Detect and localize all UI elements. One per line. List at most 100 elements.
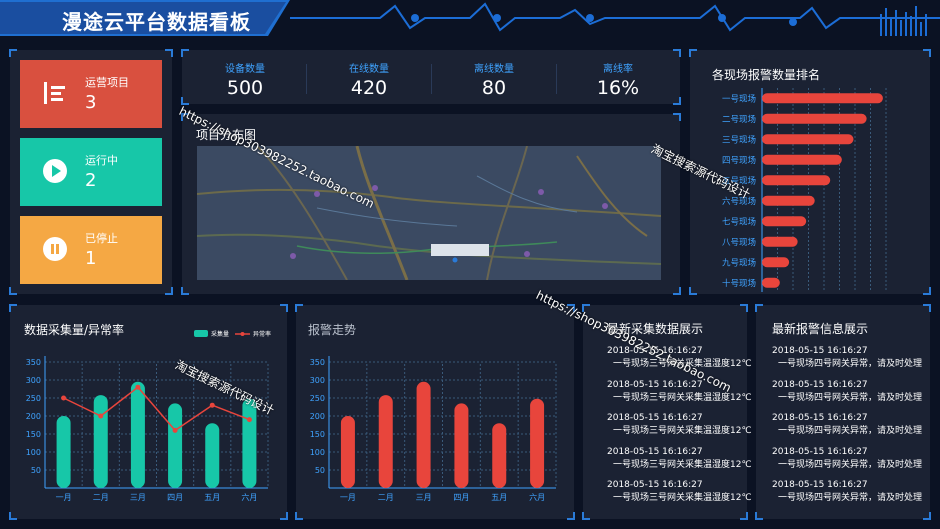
y-tick-label: 150 xyxy=(26,430,41,439)
message-time: 2018-05-15 16:16:27 xyxy=(772,379,868,390)
line-point xyxy=(246,417,252,423)
y-tick-label: 200 xyxy=(310,412,325,421)
page-title: 漫途云平台数据看板 xyxy=(62,10,251,34)
kpi-value: 500 xyxy=(226,77,264,99)
status-card-label: 运营项目 xyxy=(85,76,129,89)
kpi-value: 420 xyxy=(350,77,388,99)
rank-category-label: 一号现场 xyxy=(722,94,756,104)
status-card-label: 运行中 xyxy=(85,154,118,167)
y-tick-label: 250 xyxy=(26,394,41,403)
y-tick-label: 300 xyxy=(26,376,41,385)
status-card-label: 已停止 xyxy=(85,232,118,245)
line-point xyxy=(61,395,67,401)
rank-bar xyxy=(762,195,815,206)
kpi-label: 离线数量 xyxy=(474,64,514,75)
message-time: 2018-05-15 16:16:27 xyxy=(607,446,703,457)
y-tick-label: 50 xyxy=(315,466,325,475)
kpi-label: 在线数量 xyxy=(349,64,389,75)
rank-bar xyxy=(762,236,798,247)
rank-bar xyxy=(762,113,867,124)
y-tick-label: 100 xyxy=(310,448,325,457)
rank-category-label: 三号现场 xyxy=(722,135,756,145)
message-time: 2018-05-15 16:16:27 xyxy=(772,413,868,423)
bar xyxy=(205,423,220,488)
line-point xyxy=(135,384,141,390)
kpi-offline-count: 离线数量 80 xyxy=(432,60,556,99)
y-tick-label: 100 xyxy=(26,448,41,457)
y-tick-label: 200 xyxy=(26,412,41,421)
bar xyxy=(378,395,393,488)
status-card-value: 2 xyxy=(85,170,97,191)
bar xyxy=(492,423,507,488)
line-point xyxy=(172,427,178,433)
rank-bar xyxy=(762,93,883,104)
list-icon xyxy=(44,82,65,104)
bar xyxy=(530,398,545,488)
kpi-value: 80 xyxy=(481,77,507,99)
rank-bar xyxy=(762,154,842,165)
status-card-value: 1 xyxy=(85,248,97,269)
rank-bar xyxy=(762,134,854,145)
y-tick-label: 350 xyxy=(26,358,41,367)
bar xyxy=(130,381,145,488)
y-tick-label: 350 xyxy=(310,358,325,367)
rank-bar xyxy=(762,216,807,227)
project-distribution-map[interactable] xyxy=(197,146,661,280)
message-text: 一号现场三号网关采集温湿度12℃ xyxy=(613,426,752,436)
status-card-running[interactable]: 运行中 2 xyxy=(20,138,162,206)
alarm-rank-title: 各现场报警数量排名 xyxy=(712,68,821,82)
message-time: 2018-05-15 16:16:27 xyxy=(607,379,703,390)
message-text: 一号现场四号网关异常，请及时处理 xyxy=(778,359,923,369)
kpi-value: 16% xyxy=(596,77,640,99)
rank-category-label: 七号现场 xyxy=(722,217,756,227)
bar xyxy=(168,403,183,488)
y-tick-label: 300 xyxy=(310,376,325,385)
message-time: 2018-05-15 16:16:27 xyxy=(772,480,868,490)
status-card-value: 3 xyxy=(85,92,97,113)
pause-icon xyxy=(43,237,67,261)
message-time: 2018-05-15 16:16:27 xyxy=(772,446,868,457)
message-text: 一号现场四号网关异常，请及时处理 xyxy=(778,426,923,436)
bar xyxy=(416,381,431,488)
rank-bar xyxy=(762,257,790,268)
y-tick-label: 150 xyxy=(310,430,325,439)
message-text: 一号现场四号网关异常，请及时处理 xyxy=(778,493,923,503)
y-tick-label: 250 xyxy=(310,394,325,403)
play-icon xyxy=(43,159,67,183)
status-card-operating[interactable]: 运营项目 3 xyxy=(20,60,162,128)
bar xyxy=(340,416,355,488)
legend-swatch xyxy=(194,330,208,337)
rank-category-label: 二号现场 xyxy=(722,115,756,125)
y-tick-label: 50 xyxy=(31,466,41,475)
x-tick-label: 一月 xyxy=(56,493,72,502)
rank-category-label: 十号现场 xyxy=(722,278,756,289)
bar xyxy=(242,398,257,488)
message-time: 2018-05-15 16:16:27 xyxy=(607,413,703,423)
x-tick-label: 六月 xyxy=(529,492,545,502)
legend-label: 异常率 xyxy=(253,330,271,338)
kpi-label: 离线率 xyxy=(603,64,633,75)
x-tick-label: 二月 xyxy=(378,493,394,502)
x-tick-label: 三月 xyxy=(130,493,146,502)
message-text: 一号现场四号网关异常，请及时处理 xyxy=(778,392,923,403)
kpi-device-count: 设备数量 500 xyxy=(183,60,307,99)
kpi-online-count: 在线数量 420 xyxy=(307,60,431,99)
x-tick-label: 五月 xyxy=(491,493,507,502)
line-point xyxy=(98,413,104,419)
x-tick-label: 二月 xyxy=(93,493,109,502)
legend-label: 采集量 xyxy=(211,330,229,338)
message-time: 2018-05-15 16:16:27 xyxy=(607,480,703,490)
bar xyxy=(56,416,71,488)
latest-alarm-title: 最新报警信息展示 xyxy=(772,322,869,336)
message-text: 一号现场三号网关采集温湿度12℃ xyxy=(613,392,752,403)
x-tick-label: 四月 xyxy=(167,493,183,502)
x-tick-label: 三月 xyxy=(416,493,432,502)
status-card-stopped[interactable]: 已停止 1 xyxy=(20,216,162,284)
header-bar: 漫途云平台数据看板 xyxy=(0,0,940,40)
rank-category-label: 九号现场 xyxy=(722,258,756,268)
x-tick-label: 四月 xyxy=(453,493,469,502)
rank-bar xyxy=(762,175,831,186)
rank-category-label: 八号现场 xyxy=(722,238,756,248)
collect-chart: 350 300 250 200 150 100 50 一月 二月 三月 四月 五月 六月 采集量 异常率 xyxy=(26,330,271,502)
bar xyxy=(454,403,469,488)
